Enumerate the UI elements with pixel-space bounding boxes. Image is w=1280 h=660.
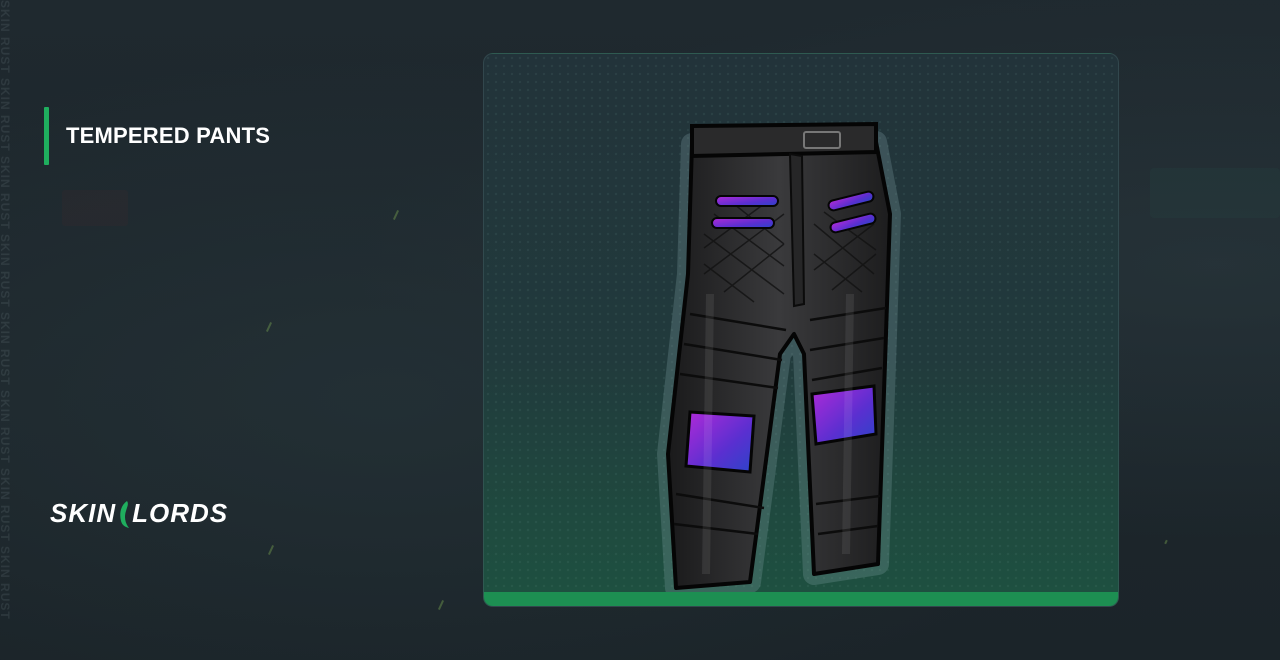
leather-pants-icon (657, 121, 901, 594)
logo-text-left: SKIN (50, 498, 117, 528)
item-title-block: TEMPERED PANTS (44, 107, 270, 165)
item-preview-page: SKIN RUST SKIN RUST SKIN RUST SKIN RUST … (0, 0, 1280, 660)
card-rarity-bar (484, 592, 1118, 606)
decor-speck (392, 210, 400, 220)
item-image-card (483, 53, 1119, 607)
logo-text-right: LORDS (132, 498, 229, 528)
decor-speck (265, 322, 273, 332)
item-title: TEMPERED PANTS (66, 123, 271, 148)
background-decor (62, 190, 128, 226)
background-decor (1150, 168, 1280, 218)
decor-speck (437, 600, 445, 610)
skinlords-logo: SKIN LORDS (50, 498, 228, 529)
title-accent-bar (44, 107, 49, 165)
edge-watermark: SKIN RUST SKIN RUST SKIN RUST SKIN RUST … (0, 0, 12, 620)
horn-logo-icon (120, 500, 130, 528)
decor-speck (1164, 539, 1168, 545)
decor-speck (267, 545, 275, 555)
